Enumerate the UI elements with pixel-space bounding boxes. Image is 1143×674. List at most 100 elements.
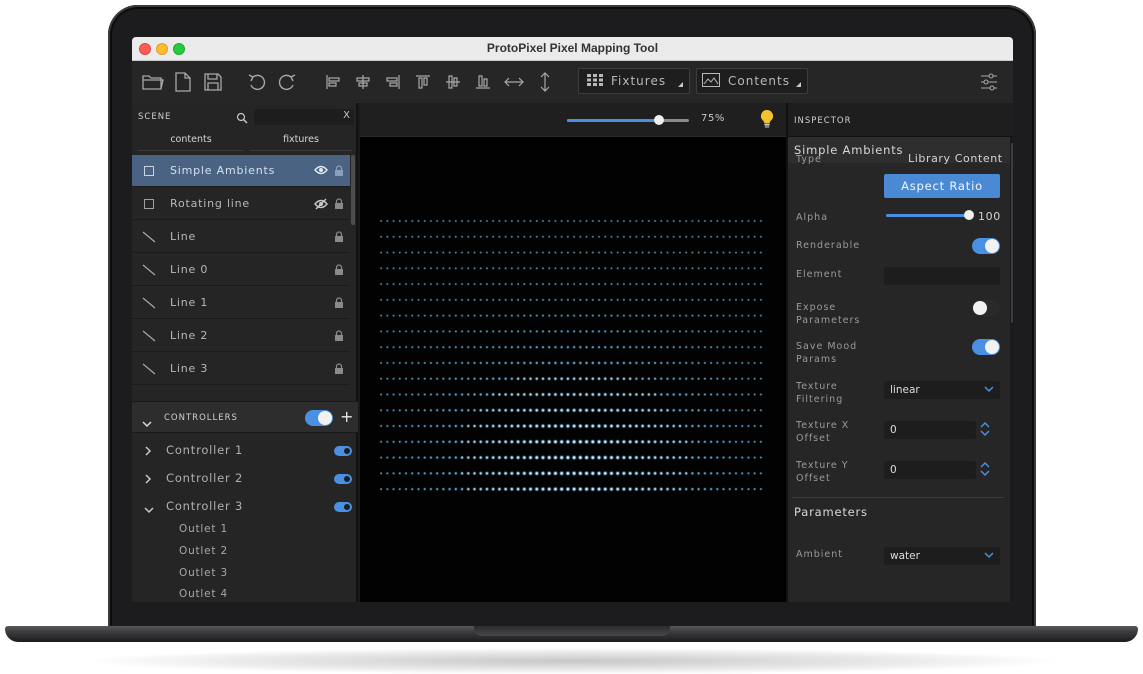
outlet-item[interactable]: Outlet 3 <box>179 567 228 579</box>
outlet-item[interactable]: Outlet 1 <box>179 523 228 535</box>
chevron-right-icon[interactable] <box>144 445 152 459</box>
lock-icon[interactable] <box>334 165 344 180</box>
led-pixel <box>391 392 396 397</box>
list-item[interactable]: Line 2 <box>132 320 350 352</box>
outlet-item[interactable]: Outlet 2 <box>179 545 228 557</box>
tab-contents[interactable]: contents <box>138 129 244 151</box>
texture-x-offset-input[interactable]: 0 <box>884 421 976 439</box>
chevron-down-icon[interactable] <box>144 503 154 517</box>
scene-header: SCENE X <box>132 103 358 129</box>
lock-icon[interactable] <box>334 264 344 279</box>
scene-search-input[interactable]: X <box>254 109 354 125</box>
led-pixel <box>553 329 558 334</box>
checkbox[interactable] <box>144 166 154 176</box>
outlet-item[interactable]: Outlet 4 <box>179 588 228 600</box>
alpha-slider-knob[interactable] <box>964 210 974 220</box>
texture-filtering-select[interactable]: linear <box>884 381 1000 399</box>
element-field[interactable] <box>884 267 1000 285</box>
eye-icon[interactable] <box>314 165 328 178</box>
add-controller-button[interactable]: + <box>340 407 353 426</box>
led-pixel <box>696 424 701 429</box>
led-pixel <box>472 408 477 413</box>
save-mood-params-toggle[interactable] <box>972 339 1000 355</box>
list-item[interactable]: Line 1 <box>132 287 350 319</box>
lock-icon[interactable] <box>334 231 344 246</box>
stepper-icon[interactable] <box>980 420 990 442</box>
chevron-down-icon[interactable] <box>142 413 152 432</box>
led-pixel <box>596 376 602 381</box>
led-pixel <box>441 235 445 239</box>
led-pixel <box>653 329 657 334</box>
sliders-icon[interactable] <box>978 70 1000 94</box>
led-pixel <box>665 455 670 460</box>
led-pixel <box>703 298 707 302</box>
controller-toggle[interactable] <box>334 502 352 512</box>
align-top-icon[interactable] <box>412 70 434 94</box>
controller-row[interactable]: Controller 3 <box>132 493 358 521</box>
led-pixel <box>535 219 539 223</box>
mapping-canvas[interactable] <box>360 137 786 602</box>
chevron-right-icon[interactable] <box>144 473 152 487</box>
led-pixel <box>596 470 602 477</box>
led-pixel <box>678 250 682 255</box>
list-item[interactable]: Rotating line <box>132 188 350 220</box>
align-right-icon[interactable] <box>382 70 404 94</box>
texture-y-offset-input[interactable]: 0 <box>884 461 976 479</box>
zoom-slider[interactable] <box>567 115 689 125</box>
lock-icon[interactable] <box>334 198 344 213</box>
expose-parameters-toggle[interactable] <box>972 300 1000 316</box>
align-bottom-icon[interactable] <box>472 70 494 94</box>
search-icon[interactable] <box>236 109 248 128</box>
lock-icon[interactable] <box>334 297 344 312</box>
list-item[interactable]: Line <box>132 221 350 253</box>
list-item[interactable]: Line 0 <box>132 254 350 286</box>
scene-list-scrollbar[interactable] <box>351 155 355 225</box>
led-pixel <box>391 314 396 318</box>
contents-dropdown[interactable]: Contents <box>696 68 808 94</box>
alpha-slider[interactable] <box>886 210 974 220</box>
zoom-slider-knob[interactable] <box>653 115 664 125</box>
list-item[interactable]: Simple Ambients <box>132 155 350 187</box>
chevron-down-icon <box>984 384 994 396</box>
eye-hidden-icon[interactable] <box>314 198 328 213</box>
controller-row[interactable]: Controller 2 <box>132 465 358 493</box>
list-item[interactable]: Line 3 <box>132 353 350 385</box>
distribute-horizontal-icon[interactable] <box>502 70 526 94</box>
align-center-vertical-icon[interactable] <box>442 70 464 94</box>
save-icon[interactable] <box>200 70 226 94</box>
checkbox[interactable] <box>144 199 154 209</box>
tab-fixtures[interactable]: fixtures <box>250 129 352 151</box>
led-pixel <box>616 235 620 239</box>
distribute-vertical-icon[interactable] <box>534 70 556 94</box>
redo-icon[interactable] <box>275 70 299 94</box>
undo-icon[interactable] <box>245 70 269 94</box>
led-pixel <box>584 313 589 318</box>
align-center-horizontal-icon[interactable] <box>352 70 374 94</box>
align-left-icon[interactable] <box>322 70 344 94</box>
led-pixel <box>640 329 645 334</box>
open-folder-icon[interactable] <box>140 70 166 94</box>
led-pixel <box>603 298 607 302</box>
ambient-select[interactable]: water <box>884 547 1000 565</box>
fixtures-dropdown[interactable]: Fixtures <box>578 68 690 94</box>
stepper-icon[interactable] <box>980 460 990 482</box>
new-file-icon[interactable] <box>170 70 196 94</box>
led-pixel <box>423 298 427 302</box>
controller-row[interactable]: Controller 1 <box>132 437 358 465</box>
led-pixel <box>478 392 483 397</box>
controller-toggle[interactable] <box>334 474 352 484</box>
renderable-toggle[interactable] <box>972 238 1000 254</box>
led-pixel <box>497 282 502 286</box>
led-pixel <box>441 345 446 349</box>
controllers-toggle[interactable] <box>305 410 333 426</box>
led-pixel <box>721 361 726 365</box>
aspect-ratio-button[interactable]: Aspect Ratio <box>884 174 1000 198</box>
lock-icon[interactable] <box>334 330 344 345</box>
inspector-scrollbar[interactable] <box>1010 137 1013 602</box>
lock-icon[interactable] <box>334 363 344 378</box>
controller-toggle[interactable] <box>334 446 352 456</box>
lightbulb-icon[interactable] <box>760 109 774 133</box>
scrollbar-thumb[interactable] <box>1011 143 1013 323</box>
laptop-hinge-notch <box>474 626 670 636</box>
clear-search-button[interactable]: X <box>343 110 350 121</box>
